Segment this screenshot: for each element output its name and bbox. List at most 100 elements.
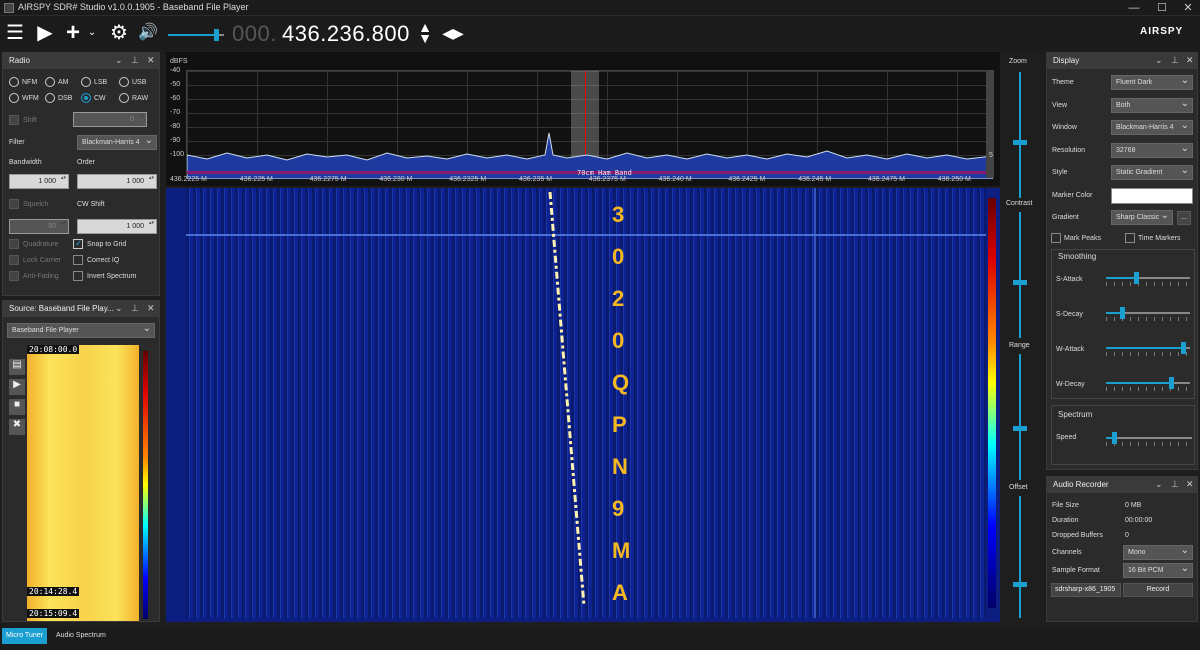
swap-icon[interactable]: ◀▶ <box>442 22 464 44</box>
chevron-down-icon[interactable]: ⌄ <box>115 55 123 66</box>
tab-audio-spectrum[interactable]: Audio Spectrum <box>54 628 108 644</box>
speed-slider[interactable] <box>1106 432 1192 446</box>
bottom-tab-bar: Micro Tuner Audio Spectrum <box>0 626 1200 650</box>
mode-radio-raw[interactable] <box>119 93 129 103</box>
close-icon[interactable]: ✕ <box>147 303 155 314</box>
chevron-down-icon[interactable]: ⌄ <box>1155 479 1163 490</box>
smoothing-slider-s-attack[interactable] <box>1106 272 1190 286</box>
shift-checkbox[interactable] <box>9 115 19 125</box>
contrast-thumb[interactable] <box>1013 280 1027 285</box>
option-checkbox-5[interactable] <box>73 271 83 281</box>
squelch-input[interactable]: 50 <box>9 219 69 234</box>
stop-icon[interactable]: ■ <box>9 399 25 415</box>
chevron-down-icon[interactable]: ⌄ <box>86 22 98 44</box>
option-checkbox-0[interactable] <box>9 239 19 249</box>
close-button[interactable]: ✕ <box>1174 0 1200 16</box>
time-markers-checkbox[interactable] <box>1125 233 1135 243</box>
range-label: Range <box>1009 342 1030 349</box>
gradient-edit-button[interactable]: ... <box>1177 211 1191 225</box>
mode-radio-nfm[interactable] <box>9 77 19 87</box>
order-input[interactable]: 1 000 <box>77 174 157 189</box>
option-checkbox-4[interactable] <box>9 271 19 281</box>
contrast-slider[interactable] <box>1019 212 1021 338</box>
mode-radio-dsb[interactable] <box>45 93 55 103</box>
display-select-style[interactable]: Static Gradient <box>1111 165 1193 180</box>
frequency-step-icon[interactable]: ▲ ▼ <box>414 20 436 45</box>
mode-radio-wfm[interactable] <box>9 93 19 103</box>
option-checkbox-2[interactable] <box>9 255 19 265</box>
shift-input[interactable]: 0 <box>73 112 147 127</box>
tools-icon[interactable]: ✖ <box>9 419 25 435</box>
menu-icon[interactable]: ☰ <box>4 22 26 44</box>
open-file-icon[interactable]: ▤ <box>9 359 25 375</box>
squelch-checkbox[interactable] <box>9 199 19 209</box>
pin-icon[interactable]: ⊥ <box>1171 479 1179 490</box>
channels-select[interactable]: Mono <box>1123 545 1193 560</box>
option-label-3: Correct IQ <box>87 257 120 264</box>
display-select-theme[interactable]: Fluent Dark <box>1111 75 1193 90</box>
tab-micro-tuner[interactable]: Micro Tuner <box>2 628 47 644</box>
play-file-icon[interactable]: ▶ <box>9 379 25 395</box>
spectrum-plot[interactable]: 70cm Ham Band <box>186 70 993 179</box>
file-waterfall[interactable] <box>27 345 139 621</box>
range-slider[interactable] <box>1019 354 1021 480</box>
mode-radio-cw[interactable] <box>81 93 91 103</box>
record-button[interactable]: Record <box>1123 583 1193 597</box>
mode-radio-usb[interactable] <box>119 77 129 87</box>
marker-color-swatch[interactable] <box>1111 187 1193 204</box>
close-icon[interactable]: ✕ <box>1186 55 1194 66</box>
mode-radio-am[interactable] <box>45 77 55 87</box>
zoom-slider[interactable] <box>1019 72 1021 198</box>
decoded-letter: Q <box>612 370 630 395</box>
zoom-label: Zoom <box>1009 58 1027 65</box>
frequency-display[interactable]: 436.236.800 <box>282 21 410 47</box>
range-thumb[interactable] <box>1013 426 1027 431</box>
chevron-down-icon[interactable]: ⌄ <box>115 303 123 314</box>
smoothing-slider-w-decay[interactable] <box>1106 377 1190 391</box>
source-device-select[interactable]: Baseband File Player <box>7 323 155 338</box>
cw-shift-label: CW Shift <box>77 201 105 208</box>
display-label-marker-color: Marker Color <box>1052 191 1093 199</box>
mark-peaks-checkbox[interactable] <box>1051 233 1061 243</box>
zoom-thumb[interactable] <box>1013 140 1027 145</box>
display-label-window: Window <box>1052 124 1077 131</box>
sample-format-select[interactable]: 16 Bit PCM <box>1123 563 1193 578</box>
gear-icon[interactable]: ⚙ <box>108 22 130 44</box>
dropped-buffers-value: 0 <box>1125 532 1129 539</box>
cw-shift-input[interactable]: 1 000 <box>77 219 157 234</box>
pin-icon[interactable]: ⊥ <box>1171 55 1179 66</box>
maximize-button[interactable]: ☐ <box>1148 0 1176 16</box>
play-icon[interactable]: ▶ <box>34 22 56 44</box>
x-tick: 436.2225 M <box>170 176 207 183</box>
display-label-theme: Theme <box>1052 79 1074 86</box>
display-select-resolution[interactable]: 32768 <box>1111 142 1193 158</box>
filename-field[interactable]: sdrsharp-x86_1905 <box>1051 583 1121 597</box>
pin-icon[interactable]: ⊥ <box>131 303 139 314</box>
smoothing-slider-s-decay[interactable] <box>1106 307 1190 321</box>
option-checkbox-3[interactable] <box>73 255 83 265</box>
chevron-down-icon[interactable]: ⌄ <box>1155 55 1163 66</box>
minimize-button[interactable]: — <box>1120 0 1148 16</box>
offset-slider[interactable] <box>1019 496 1021 618</box>
add-icon[interactable]: + <box>62 21 84 45</box>
volume-slider[interactable] <box>168 29 224 41</box>
close-icon[interactable]: ✕ <box>147 55 155 66</box>
display-select-view[interactable]: Both <box>1111 97 1193 113</box>
speaker-icon[interactable]: 🔊 <box>137 22 159 44</box>
filter-select[interactable]: Blackman-Harris 4 <box>77 135 157 150</box>
waterfall-view[interactable]: 3 0 2 0 QPN 9 MA <box>166 188 1000 622</box>
display-select-window[interactable]: Blackman-Harris 4 <box>1111 120 1193 135</box>
mode-radio-lsb[interactable] <box>81 77 91 87</box>
x-tick: 436.235 M <box>519 176 553 183</box>
spectrum-view[interactable]: dBFS -40 -50 -60 -70 -80 -90 -100 70cm Ham Ban… <box>166 52 1000 186</box>
offset-thumb[interactable] <box>1013 582 1027 587</box>
display-select-gradient[interactable]: Sharp Classic <box>1111 210 1173 225</box>
smoothing-label: S-Decay <box>1056 311 1083 318</box>
pin-icon[interactable]: ⊥ <box>131 55 139 66</box>
bandwidth-input[interactable]: 1 000 <box>9 174 69 189</box>
close-icon[interactable]: ✕ <box>1186 479 1194 490</box>
view-sliders: Zoom Contrast Range Offset <box>1004 52 1038 622</box>
mode-label-wfm: WFM <box>22 95 39 102</box>
smoothing-slider-w-attack[interactable] <box>1106 342 1190 356</box>
option-checkbox-1[interactable] <box>73 238 83 249</box>
